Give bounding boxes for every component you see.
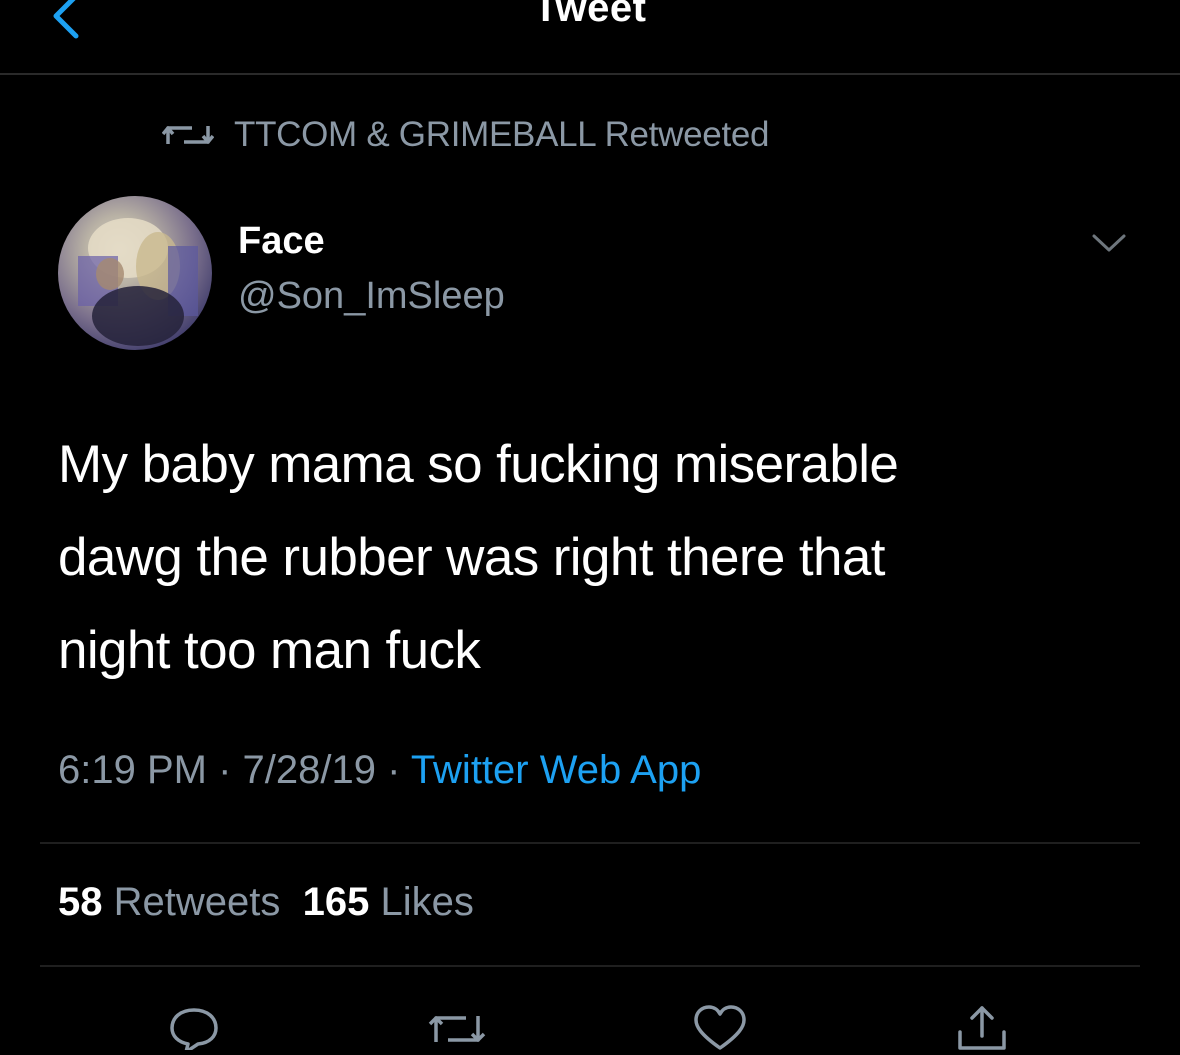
retweet-context[interactable]: TTCOM & GRIMEBALL Retweeted bbox=[162, 110, 770, 160]
share-button[interactable] bbox=[952, 1002, 1012, 1050]
page-title: Tweet bbox=[533, 0, 647, 30]
tweet-stats: 58 Retweets 165 Likes bbox=[58, 880, 474, 925]
likes-count: 165 bbox=[302, 880, 370, 924]
like-icon bbox=[694, 1005, 746, 1050]
header-bar: Tweet bbox=[0, 0, 1180, 75]
author-name[interactable]: Face bbox=[238, 220, 325, 263]
meta-separator: · bbox=[375, 748, 411, 792]
share-icon bbox=[958, 1006, 1006, 1050]
divider bbox=[40, 842, 1140, 844]
likes-label: Likes bbox=[380, 880, 474, 924]
author-handle[interactable]: @Son_ImSleep bbox=[238, 275, 505, 318]
like-button[interactable] bbox=[690, 1002, 750, 1050]
meta-separator: · bbox=[206, 748, 243, 792]
divider bbox=[40, 965, 1140, 967]
retweet-button[interactable] bbox=[426, 1002, 486, 1050]
retweet-icon bbox=[162, 126, 214, 144]
tweet-meta: 6:19 PM · 7/28/19 · Twitter Web App bbox=[58, 748, 701, 793]
retweet-context-label: TTCOM & GRIMEBALL Retweeted bbox=[234, 115, 770, 154]
retweets-stat[interactable]: 58 Retweets bbox=[58, 880, 280, 924]
reply-button[interactable] bbox=[164, 1002, 224, 1054]
likes-stat[interactable]: 165 Likes bbox=[303, 880, 474, 924]
tweet-source-link[interactable]: Twitter Web App bbox=[411, 748, 702, 792]
header-divider bbox=[0, 73, 1180, 75]
retweets-count: 58 bbox=[58, 880, 103, 924]
retweet-icon bbox=[428, 1016, 486, 1042]
tweet-text: My baby mama so fucking miserable dawg t… bbox=[58, 435, 899, 680]
reply-icon bbox=[170, 1008, 218, 1054]
avatar-image bbox=[78, 218, 198, 346]
chevron-down-icon bbox=[1092, 234, 1126, 252]
more-options-button[interactable] bbox=[1086, 228, 1132, 258]
tweet-date[interactable]: 7/28/19 bbox=[243, 748, 376, 792]
retweets-label: Retweets bbox=[113, 880, 281, 924]
avatar[interactable] bbox=[58, 196, 212, 350]
tweet-time[interactable]: 6:19 PM bbox=[58, 748, 207, 792]
